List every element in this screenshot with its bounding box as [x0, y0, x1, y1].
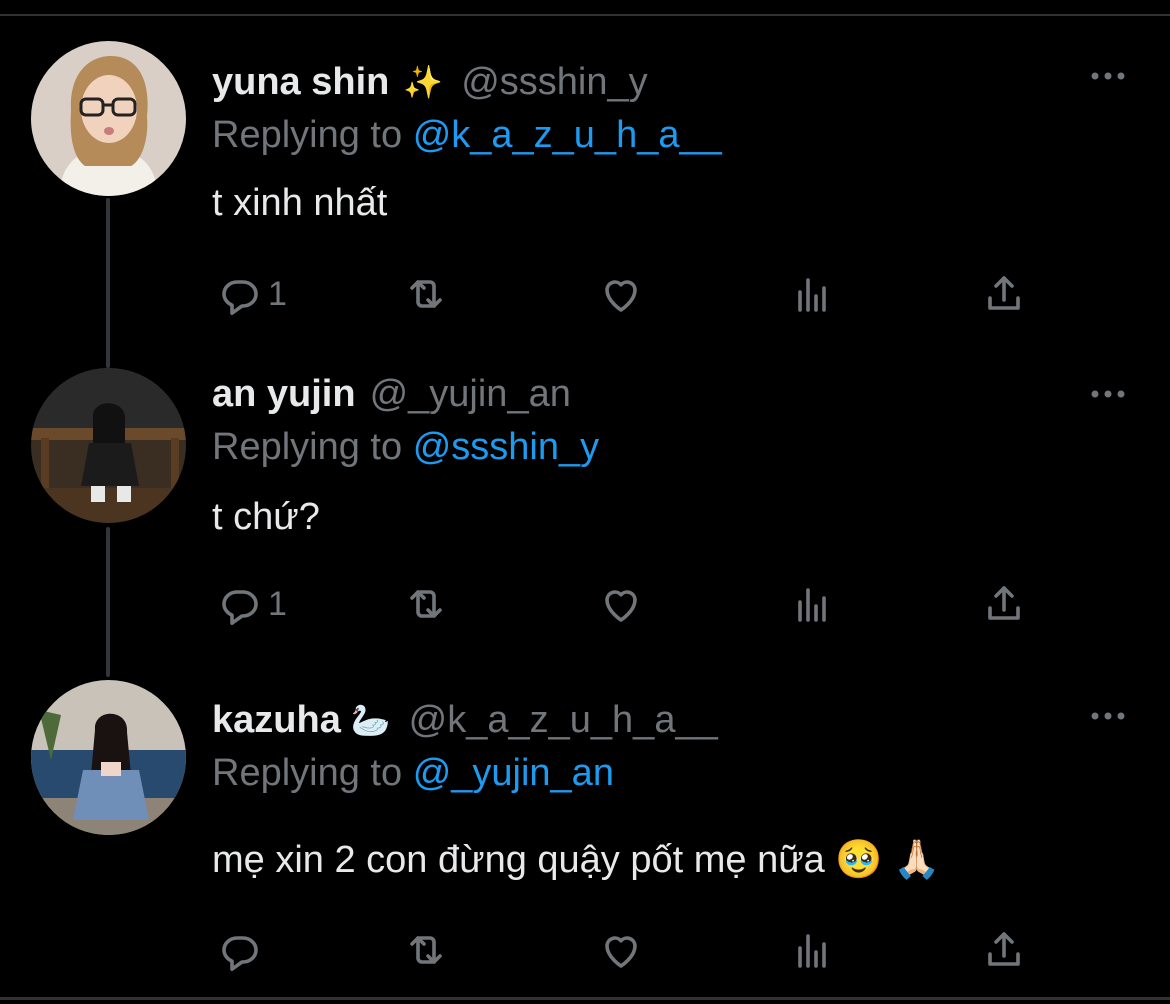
reply-icon — [222, 936, 258, 972]
bottom-divider — [0, 997, 1170, 1000]
analytics-icon — [798, 934, 826, 968]
user-handle[interactable]: @k_a_z_u_h_a__ — [409, 699, 718, 742]
more-options-button[interactable] — [1086, 696, 1130, 736]
share-icon — [988, 932, 1020, 966]
avatar[interactable] — [31, 680, 186, 835]
replying-to-mention[interactable]: @_yujin_an — [413, 752, 614, 794]
display-name[interactable]: kazuha — [212, 699, 341, 742]
retweet-button[interactable] — [402, 920, 450, 980]
tweet-text: mẹ xin 2 con đừng quậy pốt mẹ nữa 🥹 🙏🏻 — [212, 839, 941, 881]
swan-emoji: 🦢 — [350, 702, 391, 738]
reply-button[interactable] — [212, 920, 268, 980]
tweet[interactable]: kazuha 🦢 @k_a_z_u_h_a__ Replying to @_yu… — [0, 0, 1170, 997]
retweet-icon — [410, 936, 442, 964]
avatar-image — [31, 680, 186, 835]
share-button[interactable] — [980, 920, 1028, 980]
tweet-header: kazuha 🦢 @k_a_z_u_h_a__ — [212, 690, 718, 750]
heart-icon — [605, 936, 637, 968]
views-button[interactable] — [788, 920, 836, 980]
replying-to-label: Replying to — [212, 752, 403, 794]
tweet-actions — [212, 920, 1042, 980]
more-icon — [1091, 712, 1125, 720]
replying-to: Replying to @_yujin_an — [212, 752, 614, 795]
like-button[interactable] — [597, 920, 645, 980]
